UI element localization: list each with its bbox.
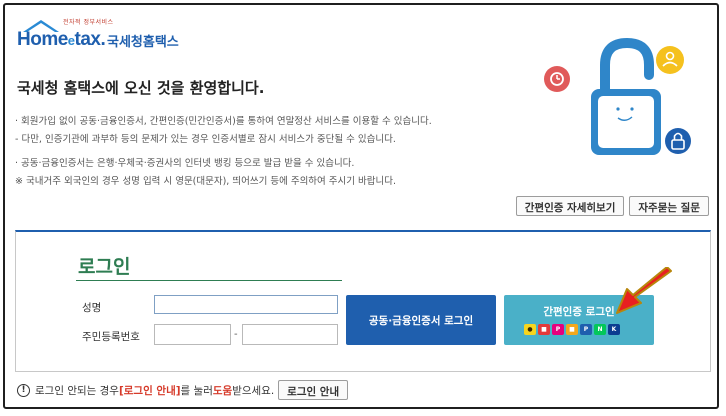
cert-login-button[interactable]: 공동·금융인증서 로그인 (346, 295, 496, 345)
notice-line: · 회원가입 없이 공동·금융인증서, 간편인증(민간인증서)를 통하여 연말정… (15, 116, 432, 127)
footer-text: 받으세요. (232, 384, 275, 397)
pass-icon: P (552, 324, 564, 335)
footer-text: 를 눌러 (180, 384, 213, 397)
simple-auth-detail-button[interactable]: 간편인증 자세히보기 (515, 196, 625, 216)
kakao-icon: ● (524, 324, 536, 335)
auth-provider-icons: ● ■ P ■ P N K (524, 324, 620, 335)
rrn-label: 주민등록번호 (82, 331, 140, 343)
notice-line: ※ 국내거주 외국인의 경우 성명 입력 시 영문(대문자), 띄어쓰기 등에 … (15, 175, 397, 187)
provider-icon: ■ (566, 324, 578, 335)
help-buttons: 간편인증 자세히보기 자주묻는 질문 (515, 196, 709, 216)
small-lock-icon (665, 128, 691, 154)
faq-button[interactable]: 자주묻는 질문 (629, 196, 709, 216)
name-input[interactable] (154, 295, 338, 314)
login-title: 로그인 (78, 256, 131, 278)
rrn-back-input[interactable] (242, 324, 338, 345)
title-divider (76, 280, 342, 281)
kb-icon: K (608, 324, 620, 335)
provider-icon: ■ (538, 324, 550, 335)
payco-icon: P (580, 324, 592, 335)
welcome-heading: 국세청 홈택스에 오신 것을 환영합니다. (17, 79, 265, 97)
logo-main-text: Homeetax. (17, 29, 106, 50)
logo-sub-text: 국세청홈택스 (107, 35, 179, 50)
notice-line: · 공동·금융인증서는 은행·우체국·증권사의 인터넷 뱅킹 등으로 발급 받을… (15, 158, 355, 169)
hometax-logo[interactable]: 전자적 정부서비스 Homeetax. 국세청홈택스 (13, 19, 183, 53)
help-word: 도움 (212, 384, 233, 397)
notice-list: · 회원가입 없이 공동·금융인증서, 간편인증(민간인증서)를 통하여 연말정… (15, 113, 432, 190)
login-guide-link[interactable]: [로그인 안내] (119, 383, 181, 398)
logo-small-text: 전자적 정부서비스 (63, 19, 114, 26)
info-icon: ! (17, 383, 30, 397)
name-label: 성명 (82, 302, 102, 314)
pointer-arrow-icon (616, 267, 672, 314)
rrn-dash: - (234, 329, 238, 340)
naver-icon: N (594, 324, 606, 335)
cert-login-label: 공동·금융인증서 로그인 (368, 314, 474, 327)
user-icon (656, 46, 684, 74)
clock-icon (544, 66, 570, 92)
rrn-front-input[interactable] (154, 324, 231, 345)
footer-text: 로그인 안되는 경우 (35, 384, 119, 397)
login-help-footer: ! 로그인 안되는 경우 [로그인 안내] 를 눌러 도움 받으세요. 로그인 … (17, 380, 349, 400)
main-frame: 전자적 정부서비스 Homeetax. 국세청홈택스 국세청 홈택스에 오신 것… (3, 3, 719, 409)
notice-line: - 다만, 인증기관에 과부하 등의 문제가 있는 경우 인증서별로 잠시 서비… (15, 133, 396, 145)
login-panel: 로그인 성명 주민등록번호 - 공동·금융인증서 로그인 간편인증 로그인 ● … (15, 230, 711, 372)
login-guide-button[interactable]: 로그인 안내 (278, 380, 349, 400)
open-padlock-icon (591, 37, 661, 155)
